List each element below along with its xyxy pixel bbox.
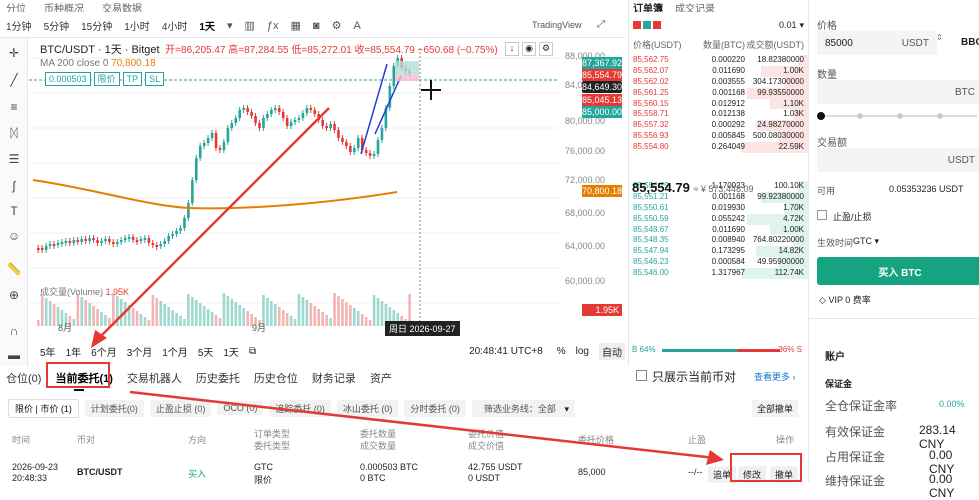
annotation-arrows xyxy=(129,390,724,465)
